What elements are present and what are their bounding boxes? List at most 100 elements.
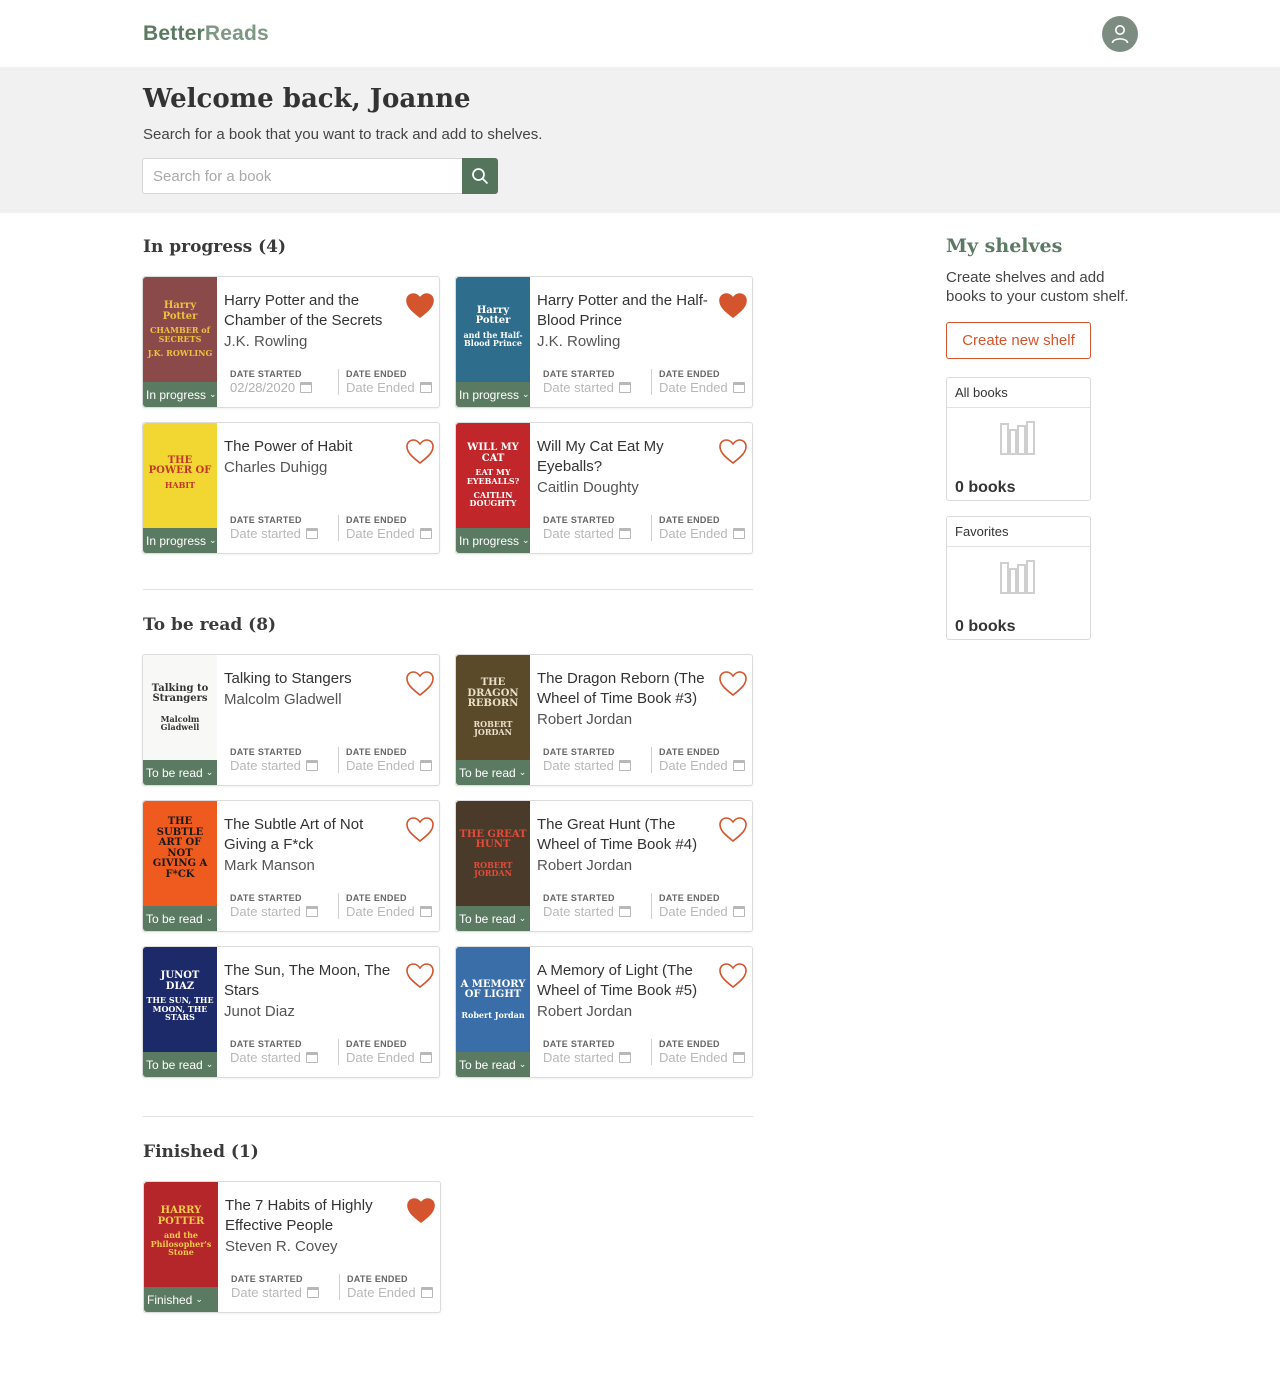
book-card[interactable]: JUNOT DIAZ THE SUN, THE MOON, THE STARS To… — [142, 946, 440, 1078]
heart-icon[interactable] — [405, 815, 435, 843]
date-range: DATE STARTED Date started DATE ENDED Date E… — [230, 515, 446, 541]
avatar[interactable] — [1102, 16, 1138, 52]
cover-art: THE DRAGON REBORN ROBERT JORDAN — [456, 655, 530, 760]
date-started-label: DATE STARTED — [543, 1039, 615, 1049]
status-dropdown[interactable]: In progress ⌄ — [456, 382, 530, 407]
status-dropdown[interactable]: To be read ⌄ — [456, 906, 530, 931]
book-title[interactable]: Will My Cat Eat My Eyeballs? — [537, 437, 712, 477]
cover-art: Harry Potter and the Half-Blood Prince — [456, 277, 530, 382]
book-card[interactable]: A MEMORY OF LIGHT Robert Jordan To be read… — [455, 946, 753, 1078]
date-ended-field[interactable]: DATE ENDED Date Ended — [338, 369, 446, 395]
cover-text: Robert Jordan — [461, 1009, 525, 1020]
book-title[interactable]: The Sun, The Moon, The Stars — [224, 961, 399, 1001]
book-card[interactable]: HARRY POTTER and the Philosopher's Stone F… — [143, 1181, 441, 1313]
book-cover[interactable]: THE GREAT HUNT ROBERT JORDAN To be read ⌄ — [456, 801, 530, 931]
date-ended-field[interactable]: DATE ENDED Date Ended — [651, 1039, 759, 1065]
status-label: Finished — [147, 1292, 193, 1307]
book-cover[interactable]: THE SUBTLE ART OF NOT GIVING A F*CK To be… — [143, 801, 217, 931]
heart-icon[interactable] — [405, 437, 435, 465]
book-title[interactable]: The Dragon Reborn (The Wheel of Time Boo… — [537, 669, 712, 709]
date-started-field[interactable]: DATE STARTED Date started — [230, 515, 338, 541]
date-ended-field[interactable]: DATE ENDED Date Ended — [338, 747, 446, 773]
date-ended-field[interactable]: DATE ENDED Date Ended — [338, 893, 446, 919]
book-cover[interactable]: Harry Potter CHAMBER of SECRETS J.K. ROWLI… — [143, 277, 217, 407]
book-card[interactable]: THE DRAGON REBORN ROBERT JORDAN To be read… — [455, 654, 753, 786]
heart-icon[interactable] — [405, 669, 435, 697]
date-started-value: Date started — [230, 1050, 301, 1065]
status-dropdown[interactable]: In progress ⌄ — [143, 382, 217, 407]
book-title[interactable]: The 7 Habits of Highly Effective People — [225, 1196, 400, 1236]
heart-icon[interactable] — [718, 291, 748, 319]
date-started-field[interactable]: DATE STARTED Date started — [230, 893, 338, 919]
status-dropdown[interactable]: Finished ⌄ — [144, 1287, 218, 1312]
date-ended-field[interactable]: DATE ENDED Date Ended — [338, 1039, 446, 1065]
date-ended-field[interactable]: DATE ENDED Date Ended — [339, 1274, 447, 1300]
book-cover[interactable]: THE DRAGON REBORN ROBERT JORDAN To be read… — [456, 655, 530, 785]
book-cover[interactable]: JUNOT DIAZ THE SUN, THE MOON, THE STARS To… — [143, 947, 217, 1077]
date-started-field[interactable]: DATE STARTED Date started — [231, 1274, 339, 1300]
book-title[interactable]: Harry Potter and the Half-Blood Prince — [537, 291, 712, 331]
cover-text: ROBERT JORDAN — [473, 718, 513, 738]
book-title[interactable]: Harry Potter and the Chamber of the Secr… — [224, 291, 399, 331]
brand-logo[interactable]: BetterReads — [143, 22, 269, 46]
status-dropdown[interactable]: To be read ⌄ — [143, 760, 217, 785]
book-card[interactable]: THE SUBTLE ART OF NOT GIVING A F*CK To be… — [142, 800, 440, 932]
heart-icon[interactable] — [718, 815, 748, 843]
heart-icon[interactable] — [718, 437, 748, 465]
date-ended-field[interactable]: DATE ENDED Date Ended — [651, 747, 759, 773]
book-cover[interactable]: A MEMORY OF LIGHT Robert Jordan To be read… — [456, 947, 530, 1077]
shelf-favorites[interactable]: Favorites 0 books — [946, 516, 1091, 640]
date-started-field[interactable]: DATE STARTED Date started — [230, 1039, 338, 1065]
date-ended-value: Date Ended — [659, 526, 728, 541]
book-card[interactable]: WILL MY CAT EAT MY EYEBALLS? CAITLIN DOUGH… — [455, 422, 753, 554]
status-dropdown[interactable]: In progress ⌄ — [143, 528, 217, 553]
heart-icon[interactable] — [405, 961, 435, 989]
book-card[interactable]: Talking to Strangers Malcolm Gladwell To b… — [142, 654, 440, 786]
book-title[interactable]: The Power of Habit — [224, 437, 399, 457]
shelf-name: All books — [947, 378, 1090, 408]
status-dropdown[interactable]: To be read ⌄ — [143, 1052, 217, 1077]
status-dropdown[interactable]: To be read ⌄ — [456, 1052, 530, 1077]
create-shelf-button[interactable]: Create new shelf — [946, 322, 1091, 359]
heart-icon[interactable] — [718, 669, 748, 697]
book-title[interactable]: Talking to Stangers — [224, 669, 399, 689]
status-dropdown[interactable]: To be read ⌄ — [456, 760, 530, 785]
status-dropdown[interactable]: To be read ⌄ — [143, 906, 217, 931]
date-started-field[interactable]: DATE STARTED Date started — [543, 1039, 651, 1065]
cover-text: THE POWER OF — [148, 454, 212, 477]
date-ended-field[interactable]: DATE ENDED Date Ended — [651, 893, 759, 919]
shelf-all-books[interactable]: All books 0 books — [946, 377, 1091, 501]
book-title[interactable]: The Great Hunt (The Wheel of Time Book #… — [537, 815, 712, 855]
book-card[interactable]: Harry Potter CHAMBER of SECRETS J.K. ROWLI… — [142, 276, 440, 408]
date-started-field[interactable]: DATE STARTED Date started — [543, 747, 651, 773]
cover-text: HABIT — [164, 479, 196, 490]
date-started-field[interactable]: DATE STARTED Date started — [230, 747, 338, 773]
heart-icon[interactable] — [406, 1196, 436, 1224]
book-card[interactable]: Harry Potter and the Half-Blood Prince In … — [455, 276, 753, 408]
book-cover[interactable]: WILL MY CAT EAT MY EYEBALLS? CAITLIN DOUGH… — [456, 423, 530, 553]
date-started-field[interactable]: DATE STARTED Date started — [543, 515, 651, 541]
book-cover[interactable]: HARRY POTTER and the Philosopher's Stone F… — [144, 1182, 218, 1312]
calendar-icon — [305, 528, 318, 539]
date-started-label: DATE STARTED — [230, 1039, 302, 1049]
book-card[interactable]: THE GREAT HUNT ROBERT JORDAN To be read ⌄ Th… — [455, 800, 753, 932]
book-card[interactable]: THE POWER OF HABIT In progress ⌄ The Power o… — [142, 422, 440, 554]
search-button[interactable] — [462, 158, 498, 194]
date-started-field[interactable]: DATE STARTED Date started — [543, 893, 651, 919]
cover-text: A MEMORY OF LIGHT — [460, 978, 526, 1001]
book-title[interactable]: A Memory of Light (The Wheel of Time Boo… — [537, 961, 712, 1001]
date-ended-field[interactable]: DATE ENDED Date Ended — [651, 369, 759, 395]
date-ended-field[interactable]: DATE ENDED Date Ended — [338, 515, 446, 541]
status-dropdown[interactable]: In progress ⌄ — [456, 528, 530, 553]
book-cover[interactable]: Talking to Strangers Malcolm Gladwell To b… — [143, 655, 217, 785]
heart-icon[interactable] — [405, 291, 435, 319]
date-started-field[interactable]: DATE STARTED Date started — [543, 369, 651, 395]
book-cover[interactable]: THE POWER OF HABIT In progress ⌄ — [143, 423, 217, 553]
date-ended-field[interactable]: DATE ENDED Date Ended — [651, 515, 759, 541]
book-title[interactable]: The Subtle Art of Not Giving a F*ck — [224, 815, 399, 855]
search-input[interactable] — [142, 158, 462, 194]
heart-icon[interactable] — [718, 961, 748, 989]
chevron-down-icon: ⌄ — [518, 767, 527, 777]
book-cover[interactable]: Harry Potter and the Half-Blood Prince In … — [456, 277, 530, 407]
date-started-field[interactable]: DATE STARTED 02/28/2020 — [230, 369, 338, 395]
